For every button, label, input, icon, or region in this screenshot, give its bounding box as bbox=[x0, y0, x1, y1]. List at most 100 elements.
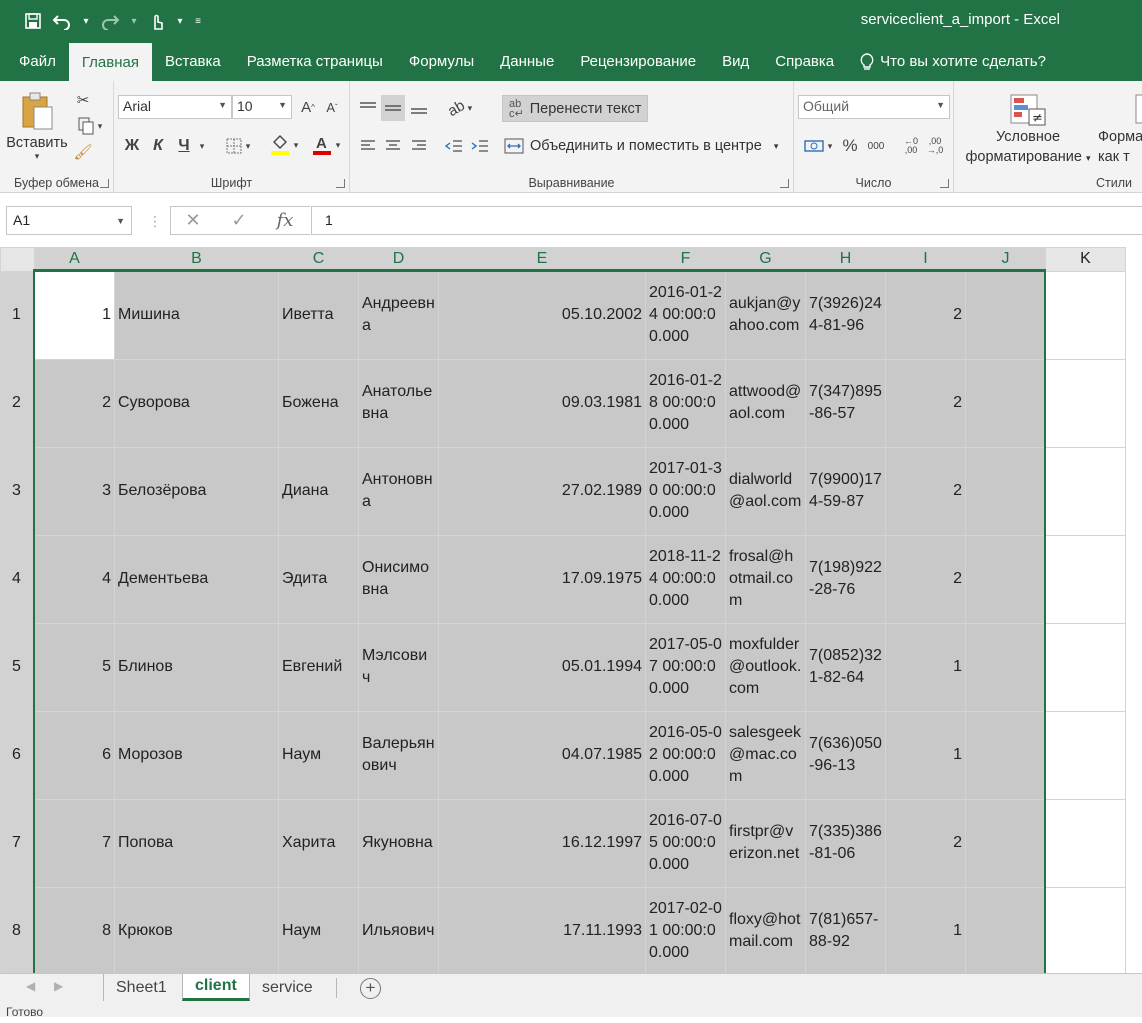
tab-file[interactable]: Файл bbox=[0, 42, 69, 81]
name-box[interactable]: A1 ▼ bbox=[6, 206, 132, 235]
cell-g[interactable]: salesgeek@mac.com bbox=[725, 710, 806, 800]
cancel-icon[interactable]: ✕ bbox=[170, 210, 216, 231]
number-format-combo[interactable]: Общий ▼ bbox=[798, 95, 950, 119]
cell-d[interactable]: Андреевна bbox=[358, 270, 439, 360]
column-header-b[interactable]: B bbox=[114, 247, 279, 272]
formula-input[interactable]: 1 bbox=[311, 206, 1142, 235]
cell-c[interactable]: Диана bbox=[278, 446, 359, 536]
cell-b[interactable]: Морозов bbox=[114, 710, 279, 800]
number-launcher-icon[interactable] bbox=[940, 179, 949, 188]
cut-icon[interactable]: ✂ bbox=[72, 89, 94, 111]
column-header-e[interactable]: E bbox=[438, 247, 646, 272]
sheet-tab-client[interactable]: client bbox=[182, 974, 250, 1001]
cell-i[interactable]: 1 bbox=[885, 622, 966, 712]
cell-a[interactable]: 2 bbox=[34, 358, 115, 448]
cell-c[interactable]: Наум bbox=[278, 886, 359, 973]
cell-k[interactable] bbox=[1045, 622, 1126, 712]
paste-button[interactable]: Вставить ▾ bbox=[6, 87, 68, 165]
cell-k[interactable] bbox=[1045, 886, 1126, 973]
redo-icon[interactable] bbox=[100, 8, 120, 34]
cell-a[interactable]: 8 bbox=[34, 886, 115, 973]
cell-k[interactable] bbox=[1045, 270, 1126, 360]
cell-k[interactable] bbox=[1045, 358, 1126, 448]
cell-f[interactable]: 2016-01-28 00:00:00.000 bbox=[645, 358, 726, 448]
column-header-i[interactable]: I bbox=[885, 247, 966, 272]
cell-h[interactable]: 7(0852)321-82-64 bbox=[805, 622, 886, 712]
cell-h[interactable]: 7(3926)244-81-96 bbox=[805, 270, 886, 360]
cell-e[interactable]: 27.02.1989 bbox=[438, 446, 646, 536]
cell-c[interactable]: Наум bbox=[278, 710, 359, 800]
cell-j[interactable] bbox=[965, 534, 1046, 624]
column-header-d[interactable]: D bbox=[358, 247, 439, 272]
tab-data[interactable]: Данные bbox=[487, 42, 567, 81]
align-middle-icon[interactable] bbox=[381, 95, 405, 121]
row-header[interactable]: 6 bbox=[0, 710, 35, 800]
cell-j[interactable] bbox=[965, 622, 1046, 712]
alignment-launcher-icon[interactable] bbox=[780, 179, 789, 188]
row-header[interactable]: 3 bbox=[0, 446, 35, 536]
cell-d[interactable]: Антоновна bbox=[358, 446, 439, 536]
cell-j[interactable] bbox=[965, 358, 1046, 448]
tab-home[interactable]: Главная bbox=[68, 43, 152, 81]
cell-h[interactable]: 7(198)922-28-76 bbox=[805, 534, 886, 624]
cell-c[interactable]: Божена bbox=[278, 358, 359, 448]
cell-e[interactable]: 09.03.1981 bbox=[438, 358, 646, 448]
prev-sheet-icon[interactable]: ◀ bbox=[26, 979, 35, 993]
percent-icon[interactable]: % bbox=[840, 133, 860, 159]
cell-i[interactable]: 2 bbox=[885, 534, 966, 624]
cell-c[interactable]: Эдита bbox=[278, 534, 359, 624]
cell-a[interactable]: 6 bbox=[34, 710, 115, 800]
merge-center-button[interactable]: Объединить и поместить в центре ▾ bbox=[502, 133, 790, 159]
align-right-icon[interactable] bbox=[407, 133, 431, 159]
cell-k[interactable] bbox=[1045, 798, 1126, 888]
cell-j[interactable] bbox=[965, 886, 1046, 973]
cell-f[interactable]: 2017-02-01 00:00:00.000 bbox=[645, 886, 726, 973]
cell-h[interactable]: 7(9900)174-59-87 bbox=[805, 446, 886, 536]
tab-page-layout[interactable]: Разметка страницы bbox=[234, 42, 396, 81]
cell-f[interactable]: 2016-05-02 00:00:00.000 bbox=[645, 710, 726, 800]
cell-c[interactable]: Евгений bbox=[278, 622, 359, 712]
cell-h[interactable]: 7(81)657-88-92 bbox=[805, 886, 886, 973]
column-header-g[interactable]: G bbox=[725, 247, 806, 272]
cell-b[interactable]: Крюков bbox=[114, 886, 279, 973]
font-family-combo[interactable]: Arial ▼ bbox=[118, 95, 232, 119]
cell-e[interactable]: 05.01.1994 bbox=[438, 622, 646, 712]
cell-f[interactable]: 2017-05-07 00:00:00.000 bbox=[645, 622, 726, 712]
align-center-icon[interactable] bbox=[381, 133, 405, 159]
column-header-k[interactable]: K bbox=[1045, 247, 1126, 272]
cell-k[interactable] bbox=[1045, 710, 1126, 800]
cell-i[interactable]: 2 bbox=[885, 358, 966, 448]
cell-e[interactable]: 17.11.1993 bbox=[438, 886, 646, 973]
redo-dropdown-icon[interactable]: ▾ bbox=[130, 8, 138, 34]
cell-j[interactable] bbox=[965, 446, 1046, 536]
decrease-decimal-icon[interactable]: ,00 →,0 bbox=[924, 133, 946, 159]
insert-function-icon[interactable]: fx bbox=[262, 210, 308, 231]
cell-b[interactable]: Блинов bbox=[114, 622, 279, 712]
column-header-f[interactable]: F bbox=[645, 247, 726, 272]
cell-g[interactable]: aukjan@yahoo.com bbox=[725, 270, 806, 360]
cell-b[interactable]: Попова bbox=[114, 798, 279, 888]
row-header[interactable]: 5 bbox=[0, 622, 35, 712]
cell-i[interactable]: 2 bbox=[885, 446, 966, 536]
cell-a[interactable]: 7 bbox=[34, 798, 115, 888]
cell-i[interactable]: 1 bbox=[885, 886, 966, 973]
cell-g[interactable]: firstpr@verizon.net bbox=[725, 798, 806, 888]
cell-d[interactable]: Мэлсович bbox=[358, 622, 439, 712]
cell-g[interactable]: frosal@hotmail.com bbox=[725, 534, 806, 624]
align-left-icon[interactable] bbox=[356, 133, 380, 159]
row-header[interactable]: 2 bbox=[0, 358, 35, 448]
cell-f[interactable]: 2018-11-24 00:00:00.000 bbox=[645, 534, 726, 624]
cell-i[interactable]: 2 bbox=[885, 270, 966, 360]
cell-h[interactable]: 7(636)050-96-13 bbox=[805, 710, 886, 800]
cell-e[interactable]: 05.10.2002 bbox=[438, 270, 646, 360]
cell-k[interactable] bbox=[1045, 446, 1126, 536]
tab-view[interactable]: Вид bbox=[709, 42, 762, 81]
cell-b[interactable]: Белозёрова bbox=[114, 446, 279, 536]
font-size-combo[interactable]: 10 ▼ bbox=[232, 95, 292, 119]
cell-a[interactable]: 5 bbox=[34, 622, 115, 712]
cell-h[interactable]: 7(335)386-81-06 bbox=[805, 798, 886, 888]
undo-icon[interactable] bbox=[52, 8, 72, 34]
cell-a[interactable]: 1 bbox=[34, 270, 115, 360]
format-as-table-button[interactable]: Форма как т bbox=[1098, 89, 1142, 171]
cell-b[interactable]: Мишина bbox=[114, 270, 279, 360]
